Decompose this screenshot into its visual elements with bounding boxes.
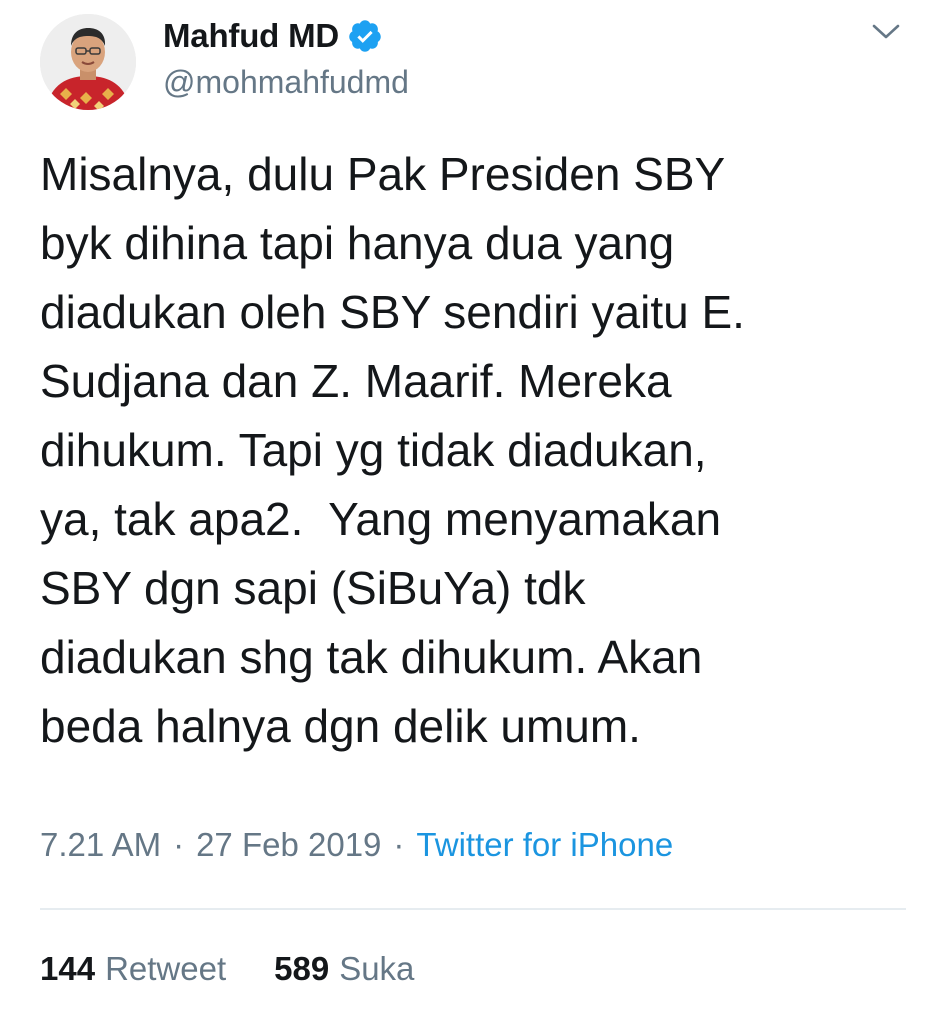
tweet-time[interactable]: 7.21 AM: [40, 826, 161, 864]
likes-stat[interactable]: 589 Suka: [274, 950, 414, 988]
author-name-row: Mahfud MD: [163, 14, 383, 58]
avatar[interactable]: [40, 14, 136, 110]
retweets-stat[interactable]: 144 Retweet: [40, 950, 226, 988]
chevron-down-icon: [872, 24, 900, 39]
tweet-text: Misalnya, dulu Pak Presiden SBY byk dihi…: [40, 148, 745, 752]
likes-label: Suka: [339, 950, 415, 987]
tweet-source-link[interactable]: Twitter for iPhone: [416, 826, 673, 864]
tweet-menu-button[interactable]: [866, 14, 906, 50]
divider: [40, 908, 906, 910]
author-display-name[interactable]: Mahfud MD: [163, 17, 339, 55]
tweet-date[interactable]: 27 Feb 2019: [196, 826, 381, 864]
retweets-count: 144: [40, 950, 96, 987]
retweets-label: Retweet: [105, 950, 227, 987]
tweet-card: Mahfud MD @mohmahfudmd Misalnya, dulu Pa…: [0, 0, 945, 1024]
verified-badge-icon: [347, 18, 383, 54]
likes-count: 589: [274, 950, 330, 987]
meta-separator: ·: [173, 826, 185, 863]
meta-separator: ·: [393, 826, 405, 863]
tweet-meta: 7.21 AM · 27 Feb 2019 · Twitter for iPho…: [40, 826, 673, 864]
author-handle[interactable]: @mohmahfudmd: [163, 64, 409, 101]
profile-photo: [40, 14, 136, 110]
tweet-stats: 144 Retweet 589 Suka: [40, 950, 414, 988]
